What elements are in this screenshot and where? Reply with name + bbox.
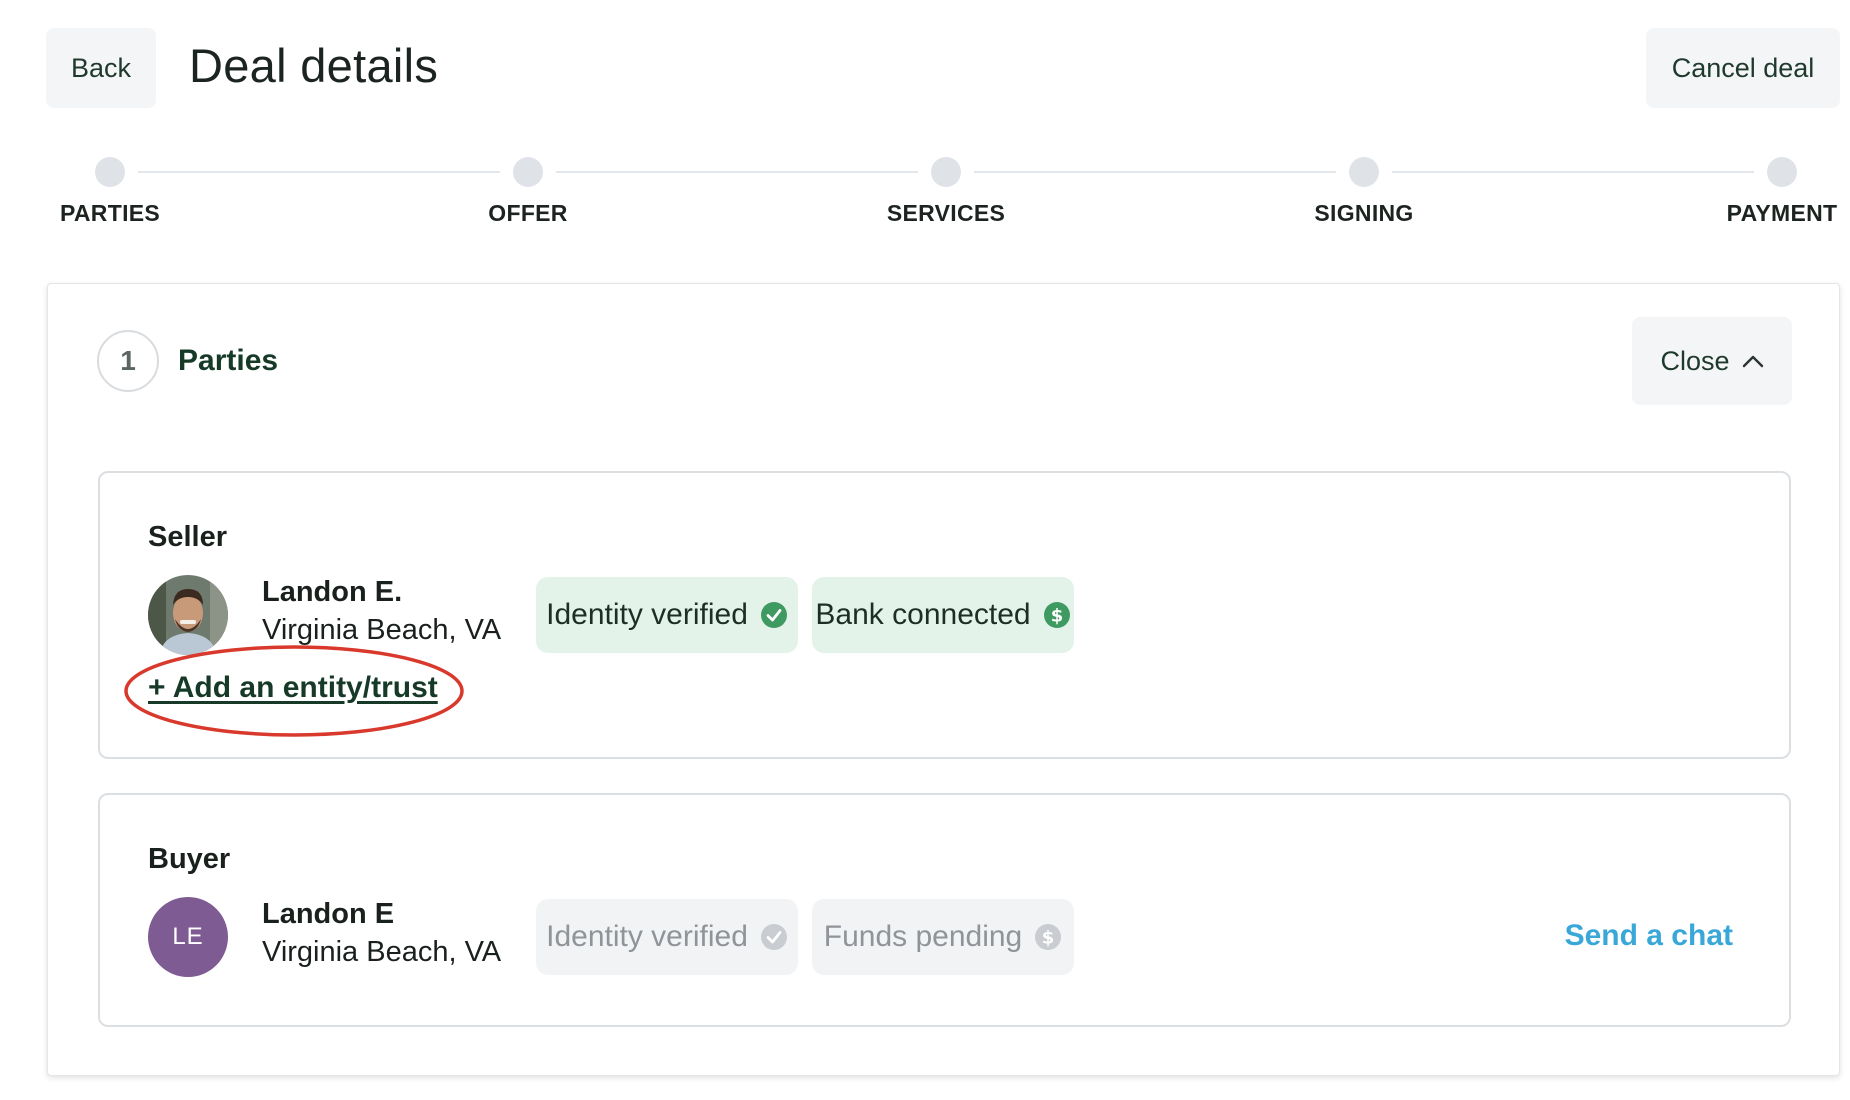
step-label-signing[interactable]: SIGNING bbox=[1314, 200, 1413, 227]
step-connector bbox=[974, 171, 1336, 173]
add-entity-trust-link[interactable]: + Add an entity/trust bbox=[148, 671, 438, 705]
section-number-badge: 1 bbox=[97, 330, 159, 392]
seller-bank-badge: Bank connected $ bbox=[812, 577, 1074, 653]
step-connector bbox=[1392, 171, 1754, 173]
buyer-name: Landon E bbox=[262, 898, 395, 930]
seller-avatar bbox=[148, 575, 228, 655]
step-dot-offer[interactable] bbox=[513, 157, 543, 187]
seller-location: Virginia Beach, VA bbox=[262, 614, 502, 646]
step-connector bbox=[556, 171, 918, 173]
parties-section-card: 1 Parties Close Seller Landon E. Virgini… bbox=[47, 283, 1840, 1076]
close-label: Close bbox=[1660, 345, 1730, 376]
step-connector bbox=[138, 171, 500, 173]
profile-photo-icon bbox=[148, 575, 228, 655]
step-label-payment[interactable]: PAYMENT bbox=[1727, 200, 1838, 227]
deal-details-page: Back Deal details Cancel deal PARTIES OF… bbox=[0, 0, 1850, 1100]
seller-identity-badge: Identity verified bbox=[536, 577, 798, 653]
buyer-role-label: Buyer bbox=[148, 843, 231, 875]
buyer-identity-badge: Identity verified bbox=[536, 899, 798, 975]
cancel-deal-button[interactable]: Cancel deal bbox=[1646, 28, 1840, 108]
step-dot-services[interactable] bbox=[931, 157, 961, 187]
chevron-up-icon bbox=[1742, 355, 1763, 368]
svg-text:$: $ bbox=[1050, 606, 1063, 627]
badge-label: Identity verified bbox=[546, 598, 748, 631]
svg-text:$: $ bbox=[1042, 928, 1055, 949]
check-circle-icon bbox=[760, 924, 787, 950]
step-label-offer[interactable]: OFFER bbox=[488, 200, 567, 227]
dollar-circle-icon: $ bbox=[1035, 924, 1062, 950]
buyer-funds-badge: Funds pending $ bbox=[812, 899, 1074, 975]
badge-label: Identity verified bbox=[546, 920, 748, 953]
buyer-avatar: LE bbox=[148, 897, 228, 977]
seller-name: Landon E. bbox=[262, 576, 403, 608]
step-label-parties[interactable]: PARTIES bbox=[60, 200, 160, 227]
close-section-button[interactable]: Close bbox=[1632, 317, 1792, 405]
back-button[interactable]: Back bbox=[46, 28, 156, 108]
deal-progress-stepper: PARTIES OFFER SERVICES SIGNING PAYMENT bbox=[0, 150, 1850, 240]
seller-party-card: Seller Landon E. Virginia Beach, VA Iden… bbox=[98, 471, 1791, 759]
buyer-location: Virginia Beach, VA bbox=[262, 936, 502, 968]
step-dot-parties[interactable] bbox=[95, 157, 125, 187]
step-dot-payment[interactable] bbox=[1767, 157, 1797, 187]
dollar-circle-icon: $ bbox=[1043, 602, 1070, 628]
section-title: Parties bbox=[178, 344, 279, 377]
page-title: Deal details bbox=[189, 39, 439, 92]
send-chat-link[interactable]: Send a chat bbox=[1565, 919, 1733, 953]
step-dot-signing[interactable] bbox=[1349, 157, 1379, 187]
badge-label: Bank connected bbox=[815, 598, 1031, 631]
seller-role-label: Seller bbox=[148, 521, 227, 553]
badge-label: Funds pending bbox=[823, 920, 1023, 953]
buyer-party-card: Buyer LE Landon E Virginia Beach, VA Ide… bbox=[98, 793, 1791, 1027]
step-label-services[interactable]: SERVICES bbox=[887, 200, 1005, 227]
check-circle-icon bbox=[760, 602, 787, 628]
